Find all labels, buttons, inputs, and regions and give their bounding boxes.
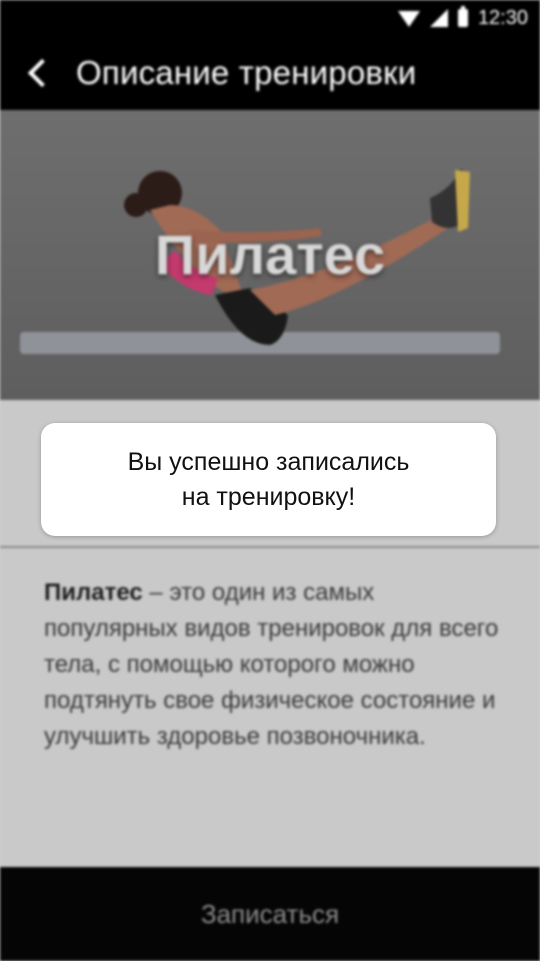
back-button[interactable] <box>0 36 76 110</box>
workout-description: Пилатес – это один из самых популярных в… <box>44 575 514 755</box>
toast-line-2: на тренировку! <box>181 482 356 511</box>
hero-title: Пилатес <box>154 223 386 286</box>
workout-hero-image: Пилатес <box>0 110 540 400</box>
chevron-left-icon <box>27 58 57 88</box>
toast-line-1: Вы успешно записались <box>127 447 410 476</box>
app-bar: Описание тренировки <box>0 36 540 110</box>
signup-button[interactable]: Записаться <box>0 867 540 961</box>
cellular-icon <box>429 9 448 27</box>
wifi-icon <box>397 11 420 27</box>
page-title: Описание тренировки <box>76 54 417 91</box>
divider <box>0 546 540 548</box>
description-bold: Пилатес <box>44 579 143 606</box>
success-toast: Вы успешно записались на тренировку! <box>41 423 496 536</box>
battery-icon <box>457 6 468 27</box>
status-bar: 12:30 <box>0 0 540 36</box>
status-time: 12:30 <box>477 6 528 29</box>
signup-button-label: Записаться <box>200 898 340 929</box>
athlete-hair <box>124 193 148 217</box>
